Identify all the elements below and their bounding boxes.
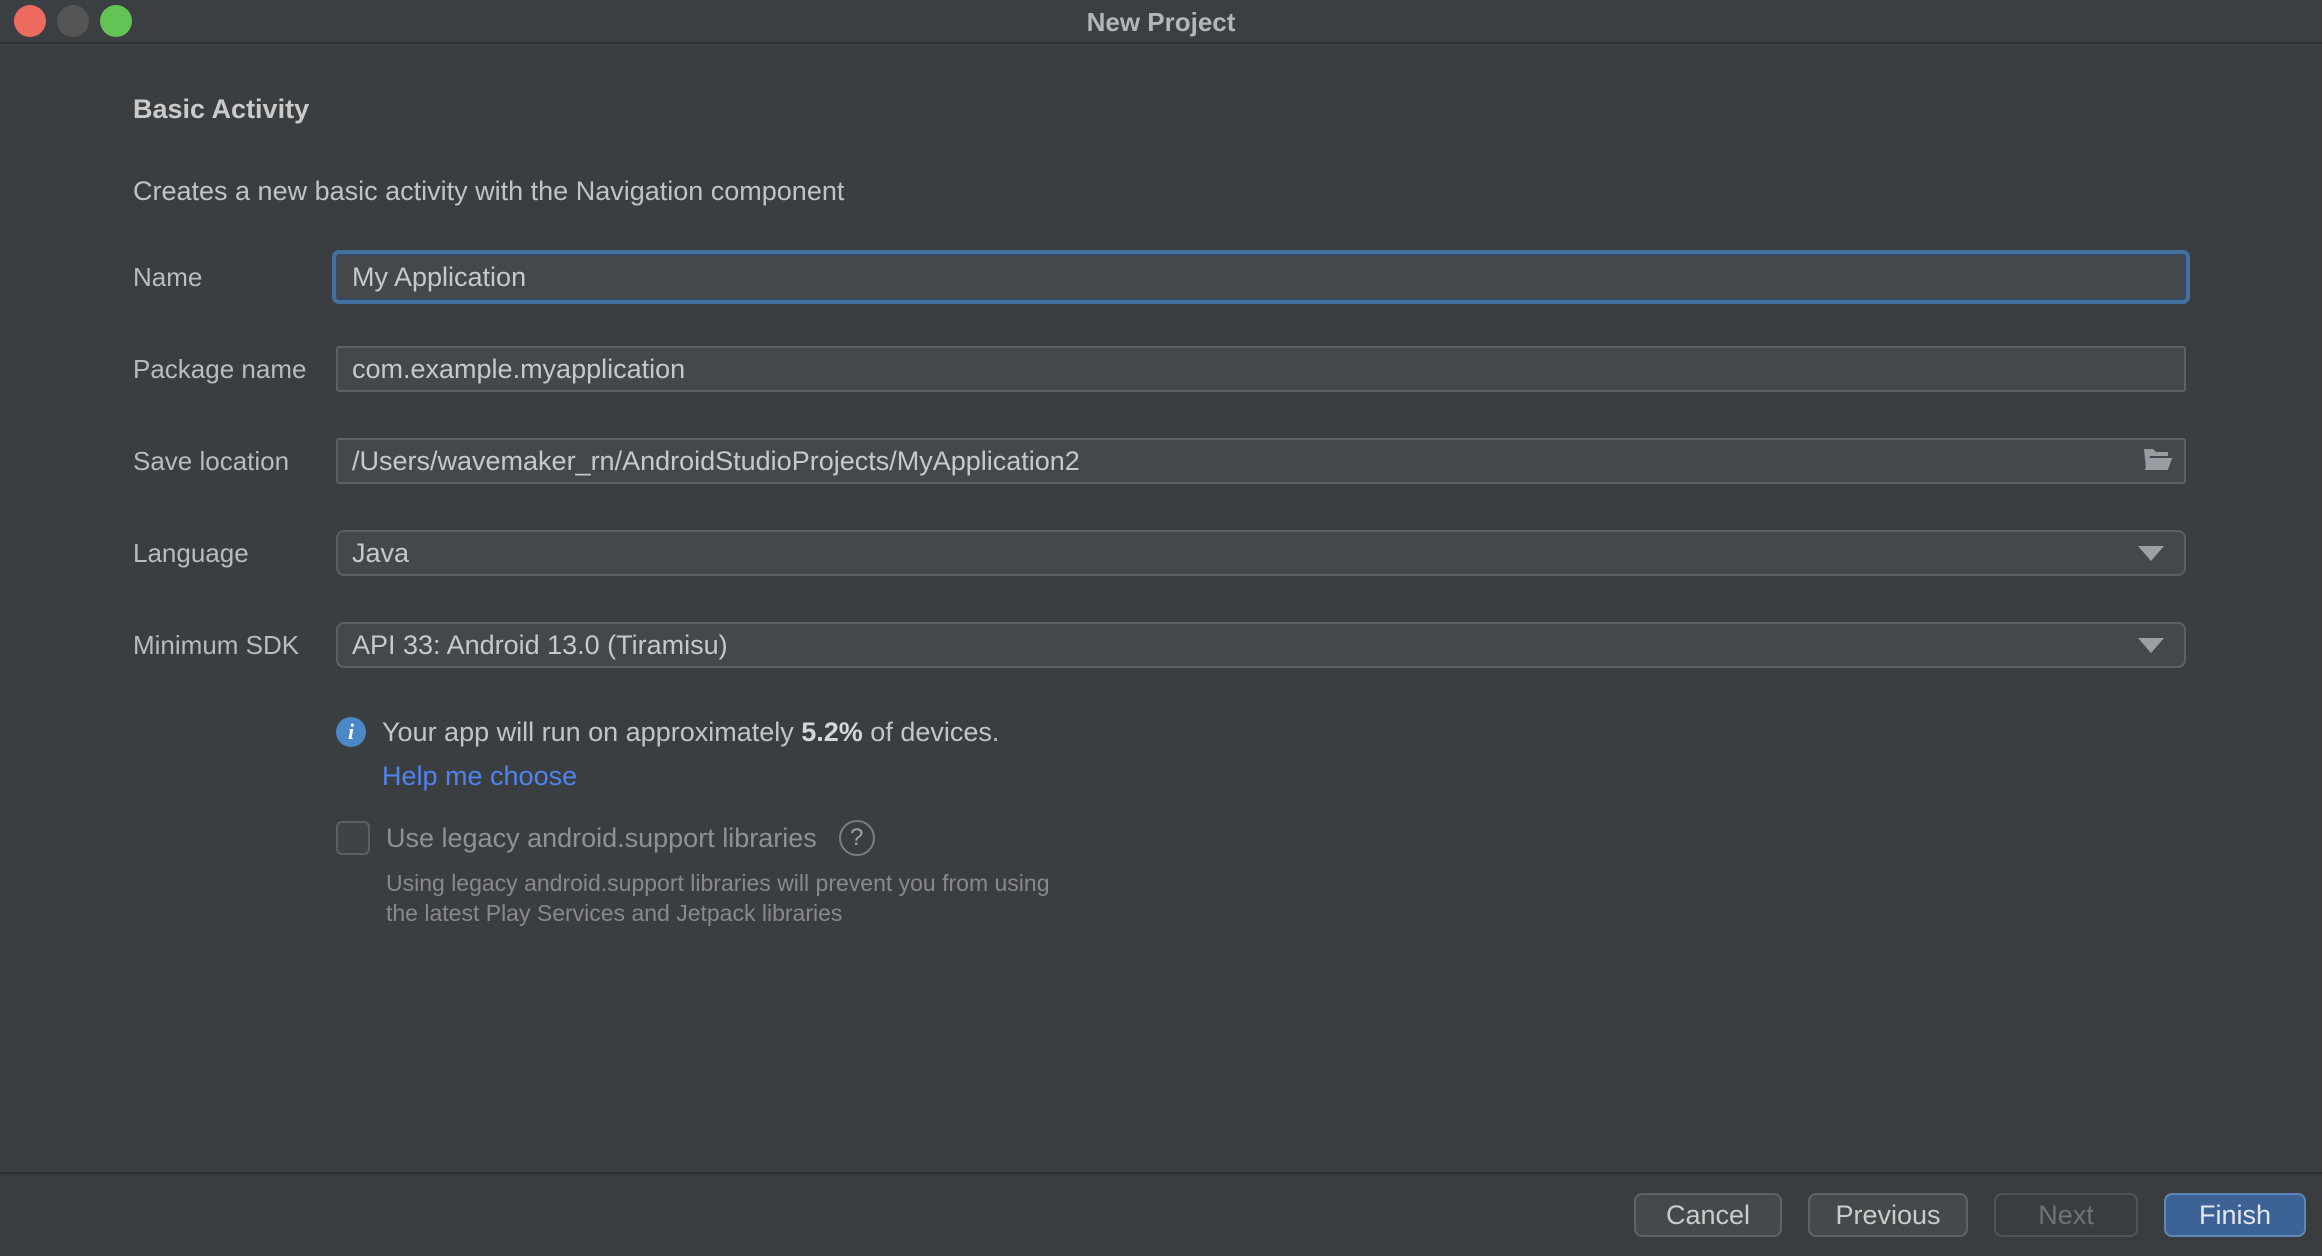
min-sdk-label: Minimum SDK [133,630,336,661]
finish-button[interactable]: Finish [2164,1193,2306,1237]
language-dropdown[interactable]: Java [336,530,2186,576]
name-row: Name [133,254,2186,300]
legacy-support-checkbox[interactable] [336,821,370,855]
cancel-button[interactable]: Cancel [1634,1193,1782,1237]
sdk-info-text: Your app will run on approximately 5.2% … [382,714,999,750]
device-percent: 5.2% [801,717,863,747]
close-window-button[interactable] [14,5,46,37]
project-form: Name Package name Save location [133,254,2186,928]
window-controls [14,5,132,37]
previous-button[interactable]: Previous [1808,1193,1968,1237]
wizard-footer: Cancel Previous Next Finish [0,1172,2322,1256]
save-location-row: Save location [133,438,2186,484]
help-me-choose-link[interactable]: Help me choose [382,761,577,791]
chevron-down-icon [2138,638,2164,653]
legacy-support-label: Use legacy android.support libraries [386,823,817,854]
save-location-label: Save location [133,446,336,477]
page-subtitle: Creates a new basic activity with the Na… [133,174,2186,208]
name-input[interactable] [336,254,2186,300]
legacy-support-helptext: Using legacy android.support libraries w… [336,868,2186,928]
browse-folder-button[interactable] [2140,445,2176,477]
wizard-content: Basic Activity Creates a new basic activ… [0,44,2322,928]
language-value: Java [352,538,409,569]
new-project-dialog: New Project Basic Activity Creates a new… [0,0,2322,1256]
titlebar: New Project [0,0,2322,44]
chevron-down-icon [2138,546,2164,561]
package-name-input[interactable] [336,346,2186,392]
legacy-support-row: Use legacy android.support libraries ? [336,820,2186,856]
minimize-window-button[interactable] [57,5,89,37]
save-location-input[interactable] [336,438,2186,484]
language-label: Language [133,538,336,569]
folder-open-icon [2142,446,2174,477]
package-name-label: Package name [133,354,336,385]
name-label: Name [133,262,336,293]
sdk-info-row: i Your app will run on approximately 5.2… [336,714,2186,750]
package-name-row: Package name [133,346,2186,392]
min-sdk-row: Minimum SDK API 33: Android 13.0 (Tirami… [133,622,2186,668]
info-icon: i [336,717,366,747]
page-title: Basic Activity [133,92,2186,126]
window-title: New Project [0,0,2322,44]
help-icon[interactable]: ? [839,820,875,856]
min-sdk-value: API 33: Android 13.0 (Tiramisu) [352,630,728,661]
next-button[interactable]: Next [1994,1193,2138,1237]
language-row: Language Java [133,530,2186,576]
zoom-window-button[interactable] [100,5,132,37]
min-sdk-dropdown[interactable]: API 33: Android 13.0 (Tiramisu) [336,622,2186,668]
